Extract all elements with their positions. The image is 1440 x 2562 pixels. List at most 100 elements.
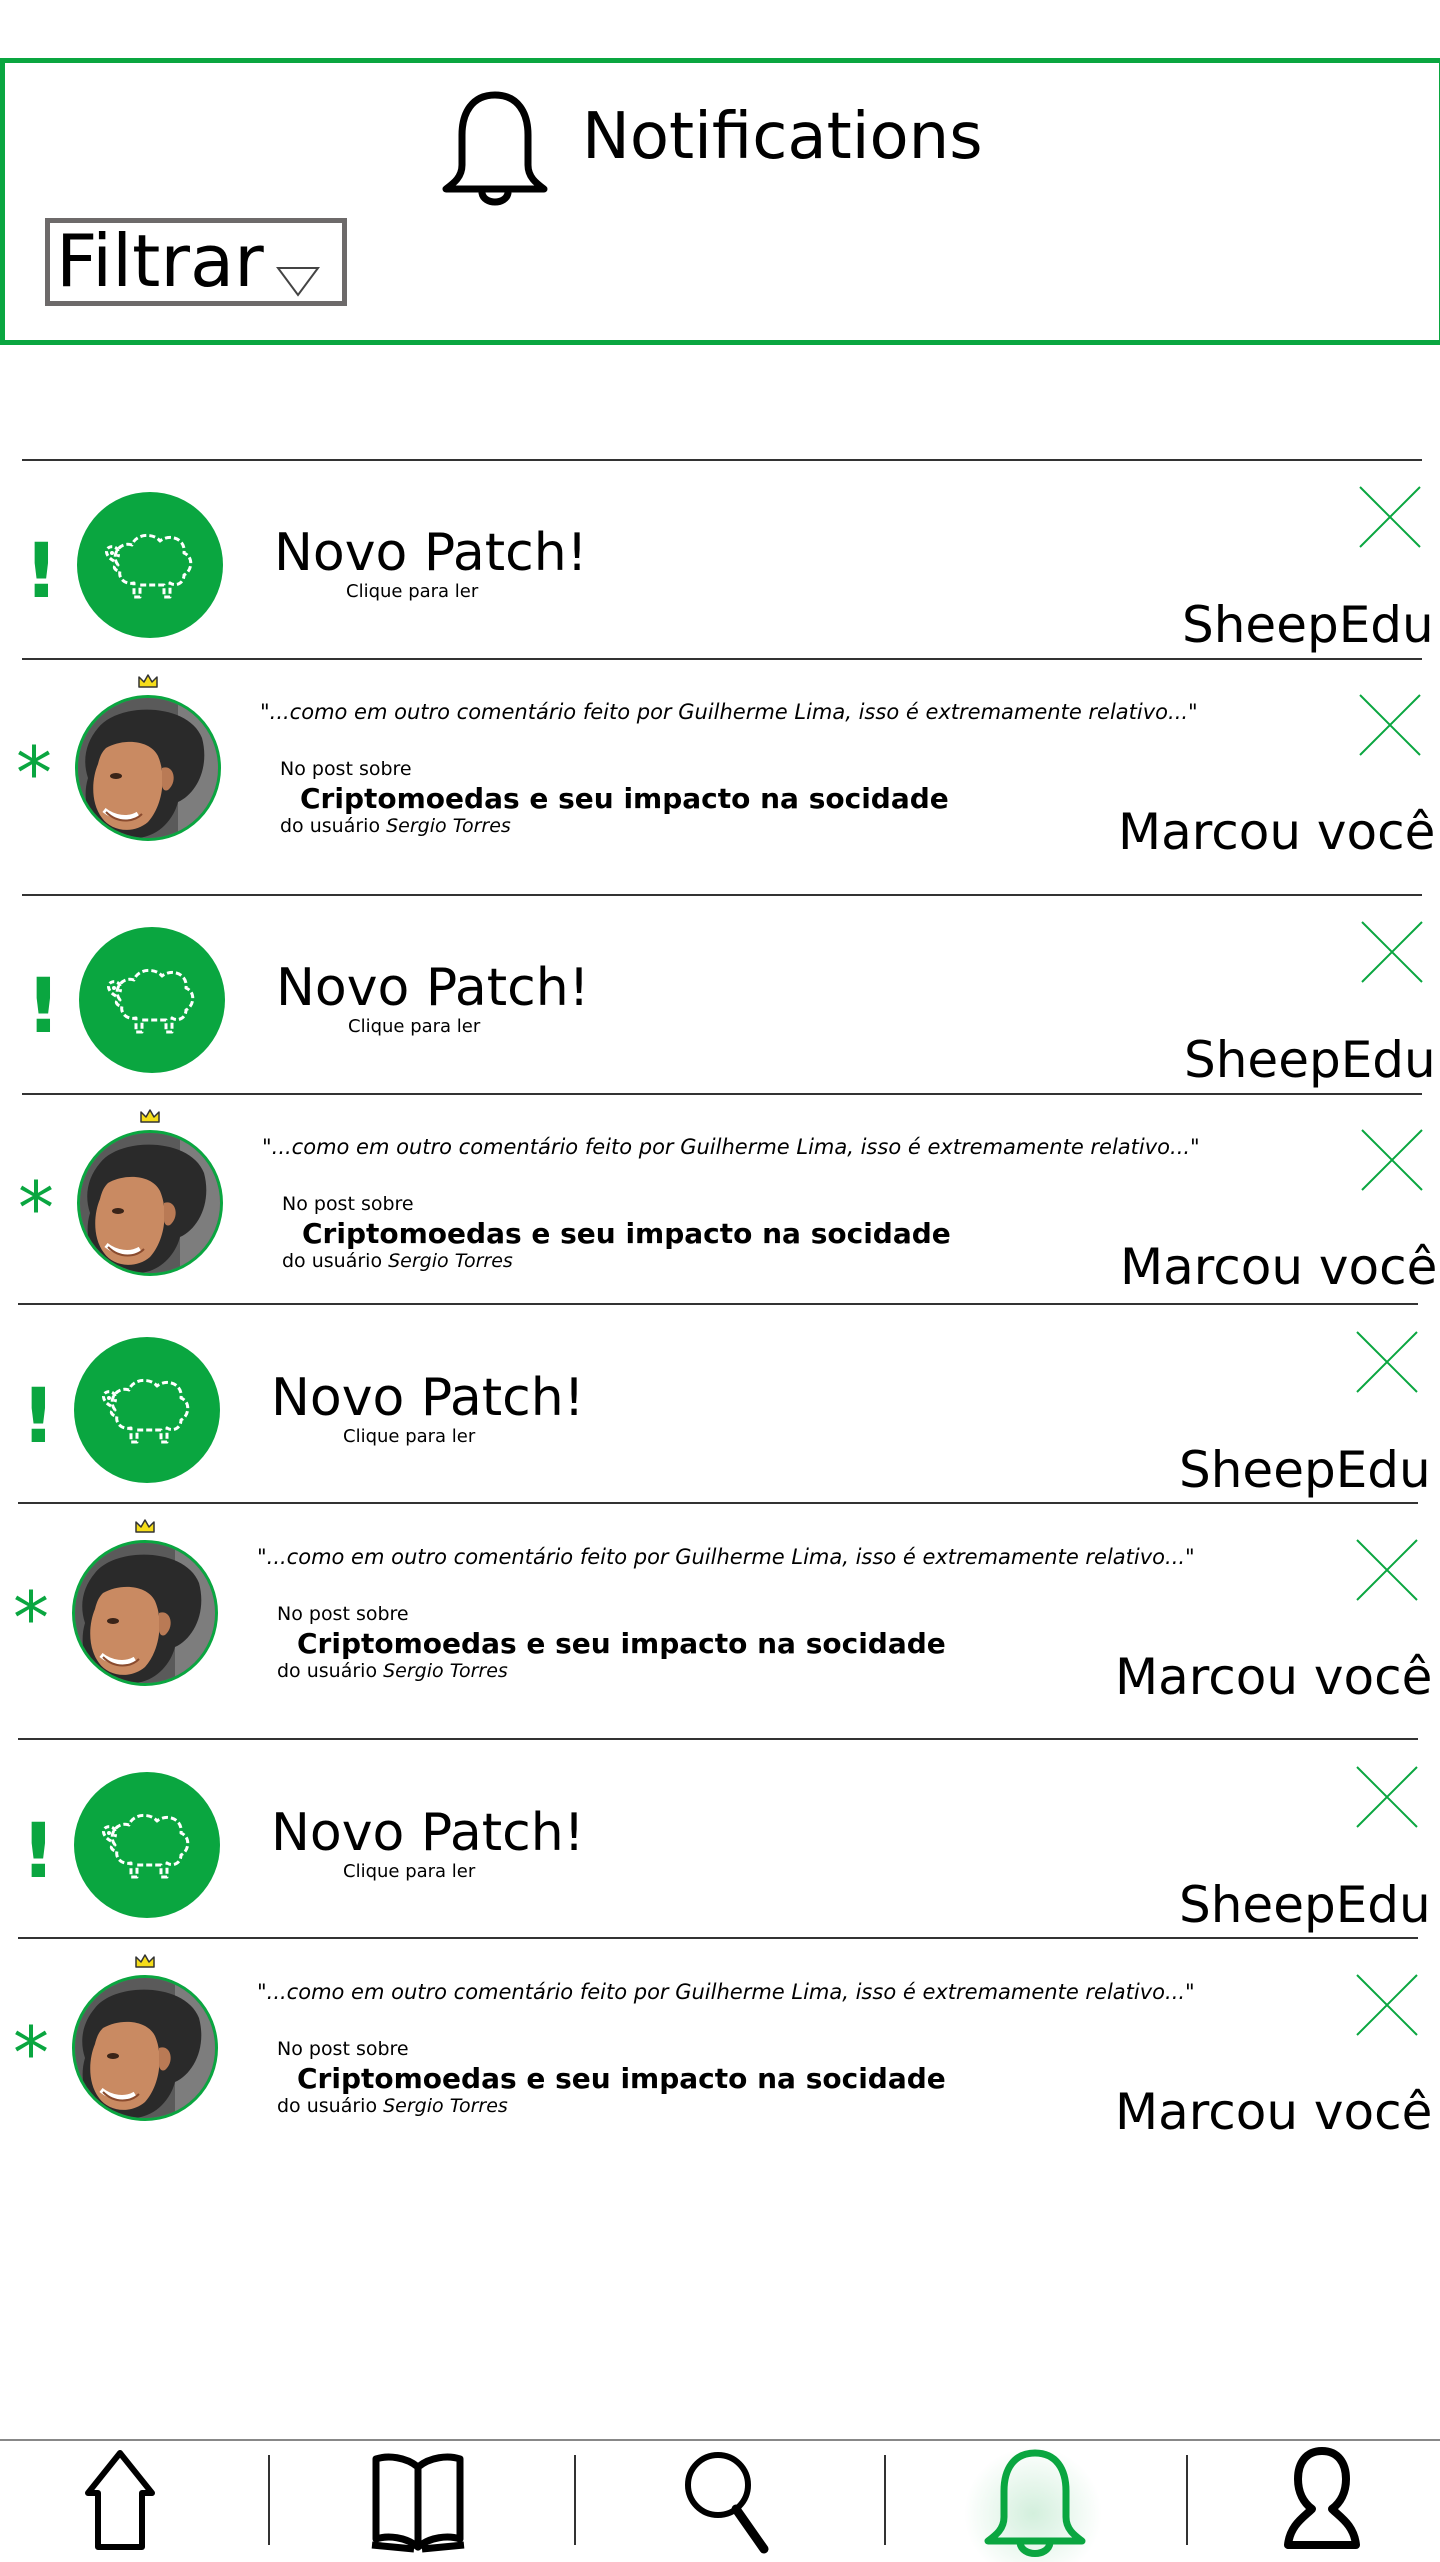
mention-quote: "...como em outro comentário feito por G…	[262, 1135, 1200, 1159]
notification-subtitle: Clique para ler	[343, 1426, 476, 1447]
notification-source: SheepEdu	[1179, 1441, 1431, 1499]
post-title[interactable]: Criptomoedas e seu impacto na socidade	[297, 2065, 946, 2093]
close-icon[interactable]	[1355, 1330, 1419, 1394]
user-photo	[80, 1133, 220, 1273]
close-icon[interactable]	[1355, 1538, 1419, 1602]
alert-marker: !	[21, 1806, 56, 1895]
filter-dropdown[interactable]: Filtrar	[45, 218, 347, 306]
sheep-avatar	[74, 1772, 220, 1918]
post-author: do usuário Sergio Torres	[277, 2097, 508, 2116]
post-title[interactable]: Criptomoedas e seu impacto na socidade	[297, 1630, 946, 1658]
post-prefix: No post sobre	[277, 1603, 409, 1625]
tab-home[interactable]	[80, 2445, 220, 2557]
row-divider	[22, 1093, 1422, 1095]
close-icon[interactable]	[1360, 1128, 1424, 1192]
chevron-down-icon	[276, 267, 320, 297]
mention-action: Marcou você	[1120, 1238, 1438, 1296]
row-divider	[22, 459, 1422, 461]
sheep-avatar	[74, 1337, 220, 1483]
close-icon[interactable]	[1360, 920, 1424, 984]
post-author: do usuário Sergio Torres	[280, 817, 511, 836]
home-icon	[85, 2450, 155, 2550]
notification-title: Novo Patch!	[271, 1368, 585, 1428]
close-icon[interactable]	[1355, 1973, 1419, 2037]
crown-icon	[135, 1954, 155, 1968]
post-author-prefix: do usuário	[280, 815, 381, 837]
page-title: Notifications	[582, 100, 983, 174]
sheep-icon	[102, 1379, 190, 1444]
crown-badge	[134, 1518, 156, 1534]
post-title[interactable]: Criptomoedas e seu impacto na socidade	[300, 785, 949, 813]
bell-icon	[442, 91, 548, 206]
bottom-tab-bar	[0, 2439, 1440, 2562]
row-divider	[18, 1937, 1418, 1939]
close-icon[interactable]	[1358, 485, 1422, 549]
sheep-avatar	[79, 927, 225, 1073]
mention-action: Marcou você	[1118, 803, 1436, 861]
mention-marker: *	[18, 1166, 54, 1250]
crown-icon	[138, 674, 158, 688]
user-photo	[75, 1543, 215, 1683]
post-prefix: No post sobre	[277, 2038, 409, 2060]
row-divider	[22, 658, 1422, 660]
alert-marker: !	[21, 1371, 56, 1460]
tab-separator	[268, 2455, 270, 2545]
row-divider	[18, 1738, 1418, 1740]
notification-subtitle: Clique para ler	[346, 581, 479, 602]
notification-source: SheepEdu	[1179, 1876, 1431, 1934]
close-icon[interactable]	[1355, 1765, 1419, 1829]
notifications-header: Notifications Filtrar	[0, 58, 1440, 345]
tab-separator	[1186, 2455, 1188, 2545]
post-author-prefix: do usuário	[277, 2095, 378, 2117]
bell-icon	[984, 2449, 1086, 2557]
avatar	[75, 695, 221, 841]
post-author: do usuário Sergio Torres	[282, 1252, 513, 1271]
row-divider	[18, 1303, 1418, 1305]
alert-marker: !	[26, 961, 61, 1050]
tab-profile[interactable]	[1282, 2445, 1422, 2557]
user-photo	[75, 1978, 215, 2118]
post-author-prefix: do usuário	[277, 1660, 378, 1682]
post-author-name[interactable]: Sergio Torres	[388, 1250, 513, 1272]
mention-marker: *	[16, 731, 52, 815]
close-icon[interactable]	[1358, 693, 1422, 757]
post-author-name[interactable]: Sergio Torres	[383, 1660, 508, 1682]
mention-action: Marcou você	[1115, 2083, 1433, 2141]
sheep-icon	[107, 969, 195, 1034]
post-author-name[interactable]: Sergio Torres	[383, 2095, 508, 2117]
tab-notifications[interactable]	[980, 2445, 1120, 2557]
notification-source: SheepEdu	[1184, 1031, 1436, 1089]
post-author: do usuário Sergio Torres	[277, 1662, 508, 1681]
mention-quote: "...como em outro comentário feito por G…	[257, 1980, 1195, 2004]
tab-library[interactable]	[368, 2445, 508, 2557]
sheep-icon	[105, 534, 193, 599]
crown-badge	[134, 1953, 156, 1969]
tab-separator	[574, 2455, 576, 2545]
search-icon	[685, 2452, 769, 2554]
mention-marker: *	[13, 2011, 49, 2095]
mention-action: Marcou você	[1115, 1648, 1433, 1706]
row-divider	[22, 894, 1422, 896]
crown-icon	[140, 1109, 160, 1123]
avatar	[77, 1130, 223, 1276]
tab-search[interactable]	[682, 2445, 822, 2557]
mention-quote: "...como em outro comentário feito por G…	[257, 1545, 1195, 1569]
post-title[interactable]: Criptomoedas e seu impacto na socidade	[302, 1220, 951, 1248]
notification-title: Novo Patch!	[271, 1803, 585, 1863]
tab-separator	[884, 2455, 886, 2545]
sheep-avatar	[77, 492, 223, 638]
post-author-prefix: do usuário	[282, 1250, 383, 1272]
avatar	[72, 1540, 218, 1686]
post-author-name[interactable]: Sergio Torres	[386, 815, 511, 837]
notification-title: Novo Patch!	[276, 958, 590, 1018]
avatar	[72, 1975, 218, 2121]
profile-icon	[1284, 2447, 1360, 2549]
notification-title: Novo Patch!	[274, 523, 588, 583]
notification-subtitle: Clique para ler	[343, 1861, 476, 1882]
crown-badge	[139, 1108, 161, 1124]
notification-subtitle: Clique para ler	[348, 1016, 481, 1037]
filter-label: Filtrar	[56, 219, 264, 303]
mention-marker: *	[13, 1576, 49, 1660]
user-photo	[78, 698, 218, 838]
crown-badge	[137, 673, 159, 689]
